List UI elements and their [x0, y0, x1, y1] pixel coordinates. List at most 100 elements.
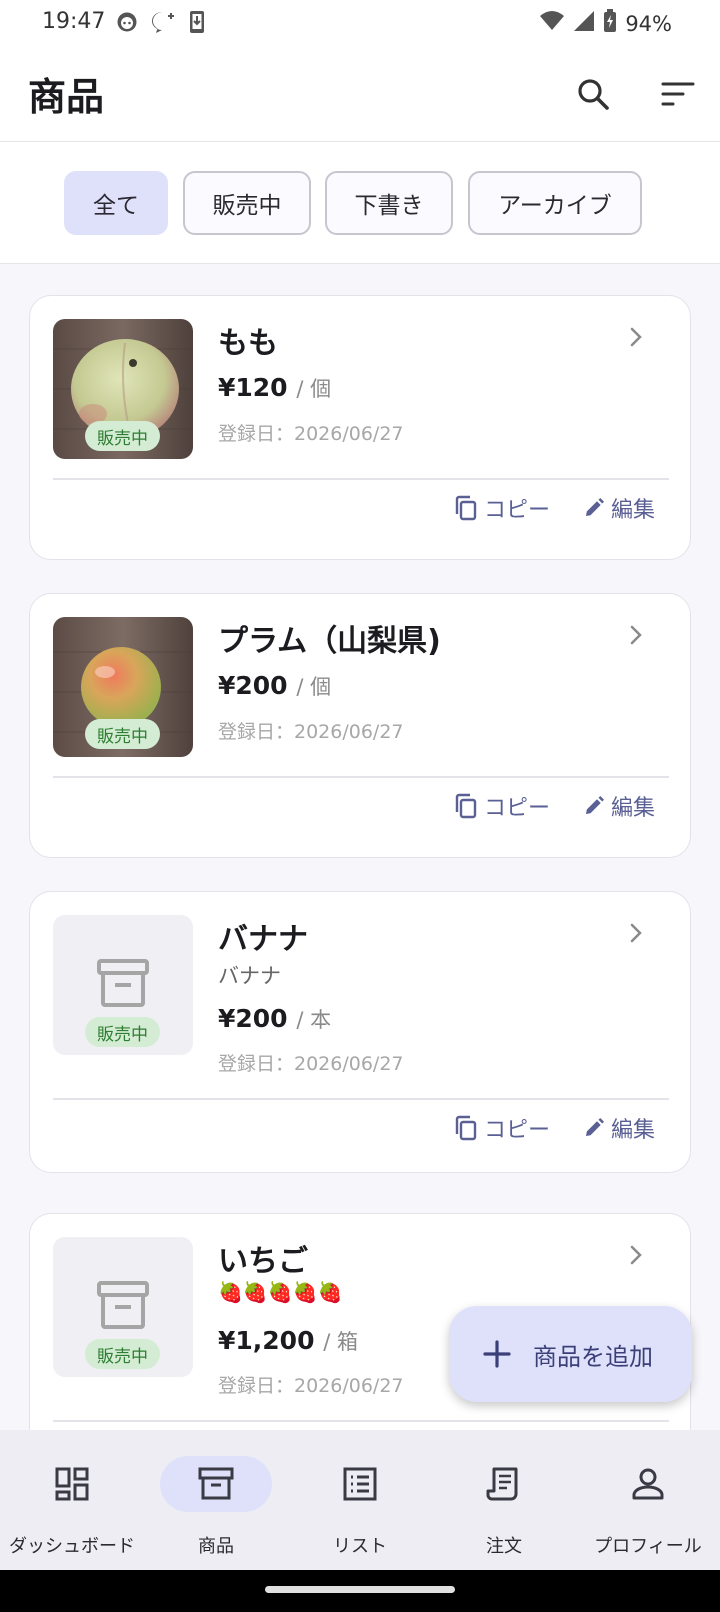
product-image: 販売中 [53, 617, 193, 757]
price-unit: / 個 [296, 377, 332, 401]
product-price: ¥1,200 / 箱 [218, 1326, 358, 1356]
product-image: 販売中 [53, 319, 193, 459]
system-status: 94% [539, 9, 672, 38]
add-product-fab[interactable]: 商品を追加 [449, 1306, 692, 1402]
dashboard-icon [55, 1467, 89, 1501]
nav-indicator [448, 1456, 560, 1512]
wifi-icon [539, 10, 565, 37]
nav-indicator [160, 1456, 272, 1512]
bottom-navigation: ダッシュボード 商品 リスト 注文 プロフィール [0, 1430, 720, 1570]
nav-indicator [592, 1456, 704, 1512]
filter-chip-archive[interactable]: アーカイブ [468, 171, 642, 235]
inventory-box-icon [198, 1467, 234, 1500]
nav-label: ダッシュボード [9, 1536, 135, 1557]
edit-label: 編集 [611, 796, 656, 821]
product-name: バナナ [218, 922, 308, 957]
nav-item-profile[interactable]: プロフィール [576, 1430, 720, 1570]
download-icon [188, 10, 206, 38]
nav-item-dashboard[interactable]: ダッシュボード [0, 1430, 144, 1570]
status-bar: 19:47 94% [0, 0, 720, 46]
receipt-icon [486, 1467, 518, 1501]
price-unit: / 個 [296, 675, 332, 699]
edit-button[interactable]: 編集 [583, 1112, 655, 1144]
registered-date: 登録日：2026/06/27 [218, 1053, 404, 1075]
pencil-icon [586, 1118, 604, 1136]
notification-icons [116, 10, 206, 38]
registered-date: 登録日：2026/06/27 [218, 721, 404, 743]
top-app-bar: 商品 [0, 46, 720, 142]
filter-chip-draft[interactable]: 下書き [325, 171, 453, 235]
copy-button[interactable]: コピー [454, 492, 550, 524]
nav-indicator [16, 1456, 128, 1512]
nav-label: 商品 [198, 1536, 234, 1557]
home-gesture-handle[interactable] [265, 1586, 455, 1593]
signal-icon [573, 10, 595, 37]
search-icon [578, 79, 609, 110]
price-unit: / 本 [296, 1008, 332, 1032]
nav-label: リスト [333, 1536, 387, 1557]
pencil-icon [586, 498, 604, 516]
product-card[interactable]: 販売中 プラム（山梨県) ¥200 / 個 登録日：2026/06/27 コピー… [29, 593, 691, 858]
copy-icon [455, 793, 477, 819]
status-time: 19:47 [42, 9, 106, 34]
status-badge: 販売中 [85, 421, 160, 451]
sort-button[interactable] [652, 68, 704, 120]
copy-button[interactable]: コピー [454, 1112, 550, 1144]
card-divider [53, 478, 669, 480]
product-name: プラム（山梨県) [218, 624, 441, 659]
edit-button[interactable]: 編集 [583, 790, 655, 822]
nav-item-orders[interactable]: 注文 [432, 1430, 576, 1570]
chevron-right-icon[interactable] [622, 919, 650, 947]
product-name: いちご [218, 1244, 308, 1279]
chevron-right-icon[interactable] [622, 1241, 650, 1269]
price-unit: / 箱 [323, 1330, 358, 1354]
product-price: ¥200 / 本 [218, 1004, 331, 1034]
edit-button[interactable]: 編集 [583, 492, 655, 524]
status-badge: 販売中 [85, 1339, 160, 1369]
chevron-right-icon[interactable] [622, 621, 650, 649]
card-divider [53, 1420, 669, 1422]
plus-icon [483, 1340, 511, 1368]
nav-item-list[interactable]: リスト [288, 1430, 432, 1570]
product-price: ¥120 / 個 [218, 373, 331, 403]
sort-icon [661, 82, 695, 106]
fab-label: 商品を追加 [533, 1342, 653, 1371]
edit-label: 編集 [611, 498, 656, 523]
product-card[interactable]: 販売中 もも ¥120 / 個 登録日：2026/06/27 コピー 編集 [29, 295, 691, 560]
product-name: もも [218, 326, 278, 361]
filter-chip-on-sale[interactable]: 販売中 [183, 171, 311, 235]
chevron-right-icon[interactable] [622, 323, 650, 351]
price-value: ¥200 [218, 671, 288, 700]
nav-label: 注文 [486, 1536, 522, 1557]
card-divider [53, 776, 669, 778]
chat-plus-icon [150, 10, 176, 38]
price-value: ¥200 [218, 1004, 288, 1033]
list-icon [343, 1467, 377, 1501]
battery-icon [603, 9, 617, 38]
registered-date: 登録日：2026/06/27 [218, 1375, 404, 1397]
search-button[interactable] [567, 68, 619, 120]
product-card[interactable]: 販売中 バナナ バナナ ¥200 / 本 登録日：2026/06/27 コピー … [29, 891, 691, 1173]
status-badge: 販売中 [85, 1017, 160, 1047]
system-navigation-bar [0, 1570, 720, 1612]
product-price: ¥200 / 個 [218, 671, 331, 701]
filter-chip-all[interactable]: 全て [64, 171, 168, 235]
nav-item-products[interactable]: 商品 [144, 1430, 288, 1570]
filter-chip-row: 全て 販売中 下書き アーカイブ [0, 142, 720, 264]
status-badge: 販売中 [85, 719, 160, 749]
android-face-icon [116, 11, 138, 37]
registered-date: 登録日：2026/06/27 [218, 423, 404, 445]
product-list: 販売中 もも ¥120 / 個 登録日：2026/06/27 コピー 編集 販売… [0, 264, 720, 1430]
nav-indicator [304, 1456, 416, 1512]
product-image-placeholder: 販売中 [53, 1237, 193, 1377]
copy-button[interactable]: コピー [454, 790, 550, 822]
pencil-icon [586, 796, 604, 814]
page-title: 商品 [28, 75, 105, 119]
product-subtitle: バナナ [218, 964, 281, 988]
product-subtitle: 🍓🍓🍓🍓🍓 [218, 1280, 343, 1304]
battery-percent: 94% [625, 11, 672, 36]
copy-icon [455, 1115, 477, 1141]
person-icon [632, 1468, 664, 1500]
copy-label: コピー [484, 498, 551, 523]
price-value: ¥120 [218, 373, 288, 402]
